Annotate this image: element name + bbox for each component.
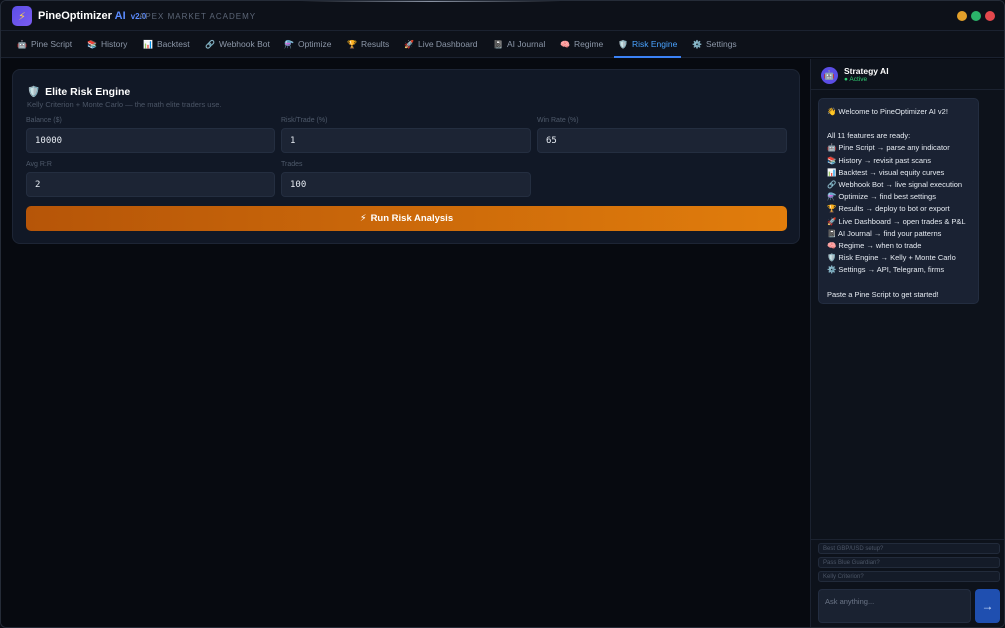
tab-backtest[interactable]: 📊 Backtest [139, 31, 194, 57]
feature-line: 🛡️ Risk Engine → Kelly + Monte Carlo [827, 253, 956, 263]
feature-line: 🚀 Live Dashboard → open trades & P&L [827, 216, 966, 226]
tab-live-dashboard[interactable]: 🚀 Live Dashboard [400, 31, 482, 57]
trades-input[interactable]: 100 [281, 172, 531, 197]
balance-input[interactable]: 10000 [26, 128, 275, 153]
tab-label: Backtest [156, 39, 190, 49]
card-title-text: Elite Risk Engine [45, 85, 131, 98]
trophy-icon: 🏆 [347, 39, 357, 49]
title-bar-highlight [301, 1, 561, 2]
closing-line: Paste a Pine Script to get started! [827, 289, 939, 299]
tab-label: AI Journal [506, 39, 546, 49]
feature-line: 📚 History → revisit past scans [827, 155, 931, 165]
risk-trade-input[interactable]: 1 [281, 128, 531, 153]
tab-label: Pine Script [30, 39, 73, 49]
chat-bot-name: Strategy AI [844, 66, 889, 76]
minimize-button[interactable] [957, 11, 967, 21]
logo-icon: ⚡ [12, 6, 32, 26]
feature-line: 🧠 Regime → when to trade [827, 241, 922, 251]
features-intro: All 11 features are ready: [827, 131, 911, 141]
app-window: ⚡ PineOptimizer AI v2.0 APEX MARKET ACAD… [0, 0, 1005, 628]
chat-status-badge: ● Active [844, 76, 868, 83]
risk-trade-label: Risk/Trade (%) [281, 117, 328, 124]
tab-label: Regime [573, 39, 604, 49]
tab-label: Risk Engine [631, 39, 678, 49]
chat-header: 🤖 Strategy AI ● Active [811, 59, 1004, 90]
shield-icon: 🛡️ [27, 86, 41, 98]
send-button[interactable]: → [975, 589, 1000, 623]
flask-icon: ⚗️ [284, 39, 294, 49]
rocket-icon: 🚀 [404, 39, 414, 49]
feature-line: ⚗️ Optimize → find best settings [827, 192, 936, 202]
chat-divider [811, 539, 1004, 540]
tab-results[interactable]: 🏆 Results [343, 31, 393, 57]
avg-rr-label: Avg R:R [26, 161, 52, 168]
balance-label: Balance ($) [26, 117, 62, 124]
avg-rr-input[interactable]: 2 [26, 172, 275, 197]
suggestion-chip[interactable]: Kelly Criterion? [818, 571, 1000, 582]
tab-webhook-bot[interactable]: 🔗 Webhook Bot [201, 31, 274, 57]
card-title: 🛡️ Elite Risk Engine [27, 85, 131, 99]
bar-chart-icon: 📊 [143, 39, 153, 49]
books-icon: 📚 [87, 39, 97, 49]
feature-line: 🤖 Pine Script → parse any indicator [827, 143, 950, 153]
maximize-button[interactable] [971, 11, 981, 21]
run-button-label: Run Risk Analysis [370, 213, 454, 224]
tab-label: Webhook Bot [218, 39, 270, 49]
gear-icon: ⚙️ [692, 39, 702, 49]
risk-engine-card: 🛡️ Elite Risk Engine Kelly Criterion + M… [12, 69, 800, 244]
tab-label: Live Dashboard [417, 39, 478, 49]
notebook-icon: 📓 [493, 39, 503, 49]
card-subtitle: Kelly Criterion + Monte Carlo — the math… [27, 100, 222, 109]
win-rate-input[interactable]: 65 [537, 128, 787, 153]
main-panel: 🛡️ Elite Risk Engine Kelly Criterion + M… [1, 59, 810, 627]
feature-line: ⚙️ Settings → API, Telegram, firms [827, 265, 945, 275]
shield-icon: 🛡️ [618, 39, 628, 49]
lightning-icon: ⚡ [359, 213, 367, 224]
welcome-line: 👋 Welcome to PineOptimizer AI v2! [827, 107, 948, 116]
tab-label: Optimize [297, 39, 332, 49]
chat-message-bubble: 👋 Welcome to PineOptimizer AI v2! All 11… [818, 98, 979, 304]
tab-pine-script[interactable]: 🤖 Pine Script [13, 31, 76, 57]
tab-history[interactable]: 📚 History [83, 31, 131, 57]
robot-avatar-icon: 🤖 [821, 67, 838, 84]
tab-label: Settings [705, 39, 737, 49]
app-name-ai: AI [114, 10, 126, 22]
suggestion-chip[interactable]: Pass Blue Guardian? [818, 557, 1000, 568]
win-rate-label: Win Rate (%) [537, 117, 579, 124]
close-button[interactable] [985, 11, 995, 21]
feature-line: 📊 Backtest → visual equity curves [827, 167, 945, 177]
chat-panel: 🤖 Strategy AI ● Active 👋 Welcome to Pine… [810, 59, 1004, 627]
tab-regime[interactable]: 🧠 Regime [556, 31, 607, 57]
link-icon: 🔗 [205, 39, 215, 49]
trades-label: Trades [281, 161, 303, 168]
run-risk-analysis-button[interactable]: ⚡ Run Risk Analysis [26, 206, 787, 231]
brain-icon: 🧠 [560, 39, 570, 49]
tab-optimize[interactable]: ⚗️ Optimize [280, 31, 336, 57]
feature-line: 📓 AI Journal → find your patterns [827, 228, 942, 238]
suggestion-chip[interactable]: Best GBP/USD setup? [818, 543, 1000, 554]
feature-line: 🔗 Webhook Bot → live signal execution [827, 180, 963, 190]
tab-bar: 🤖 Pine Script 📚 History 📊 Backtest 🔗 Web… [1, 31, 1004, 58]
app-subtitle: APEX MARKET ACADEMY [139, 12, 257, 21]
title-bar: ⚡ PineOptimizer AI v2.0 APEX MARKET ACAD… [1, 1, 1004, 31]
tab-risk-engine[interactable]: 🛡️ Risk Engine [614, 31, 682, 58]
app-name: PineOptimizer [38, 10, 112, 22]
tab-settings[interactable]: ⚙️ Settings [688, 31, 741, 57]
tab-ai-journal[interactable]: 📓 AI Journal [489, 31, 549, 57]
tab-label: History [100, 39, 128, 49]
chat-input[interactable]: Ask anything... [818, 589, 971, 623]
robot-icon: 🤖 [17, 39, 27, 49]
app-title: PineOptimizer AI v2.0 [38, 10, 146, 22]
feature-line: 🏆 Results → deploy to bot or export [827, 204, 950, 214]
tab-label: Results [360, 39, 390, 49]
